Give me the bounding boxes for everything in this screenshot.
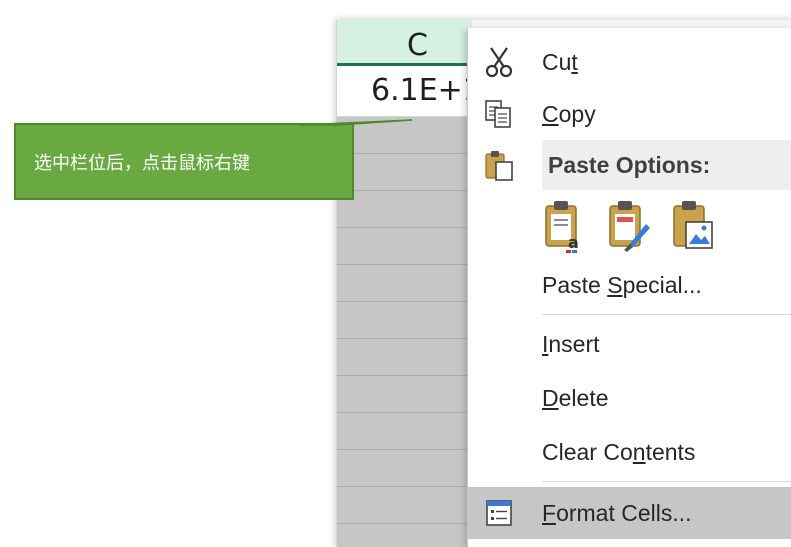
menu-separator [542,481,791,482]
column-header-c[interactable]: C [337,20,472,66]
copy-icon [485,100,511,128]
context-menu: Cut Copy Paste Options: a Paste Special.… [467,28,791,547]
annotation-callout: 选中栏位后，点击鼠标右键 [14,123,354,200]
svg-text:a: a [568,233,579,252]
menu-item-cut[interactable]: Cut [468,37,791,87]
clipboard-icon [485,151,513,181]
format-cells-icon [486,500,512,526]
menu-item-cut-label: Cut [542,48,578,75]
paste-values-icon[interactable]: a [542,198,588,254]
menu-separator [542,314,791,315]
menu-item-paste-special-label: Paste Special... [542,271,702,298]
column-header-label: C [407,28,428,63]
cell-c1-value: 6.1E+1 [371,73,482,108]
menu-item-format-cells[interactable]: Format Cells... [468,487,791,539]
paste-options-header: Paste Options: [542,140,791,190]
menu-item-insert[interactable]: Insert [468,319,791,369]
menu-item-delete-label: Delete [542,384,609,411]
menu-item-clear-contents-label: Clear Contents [542,438,696,465]
menu-item-delete[interactable]: Delete [468,373,791,423]
menu-item-clear-contents[interactable]: Clear Contents [468,427,791,477]
paste-options-row: a [542,198,742,254]
menu-item-paste-special[interactable]: Paste Special... [468,260,791,310]
scissors-icon [485,47,513,78]
paste-formatting-icon[interactable] [606,198,652,254]
cell-c1[interactable]: 6.1E+1 [337,67,482,117]
menu-item-insert-label: Insert [542,330,600,357]
paste-options-label: Paste Options: [548,151,711,178]
menu-item-copy-label: Copy [542,100,596,127]
menu-item-copy[interactable]: Copy [468,89,791,139]
annotation-callout-text: 选中栏位后，点击鼠标右键 [34,152,250,174]
paste-picture-icon[interactable] [670,198,716,254]
menu-item-format-cells-label: Format Cells... [542,499,692,526]
selected-column-cells[interactable] [337,117,472,547]
